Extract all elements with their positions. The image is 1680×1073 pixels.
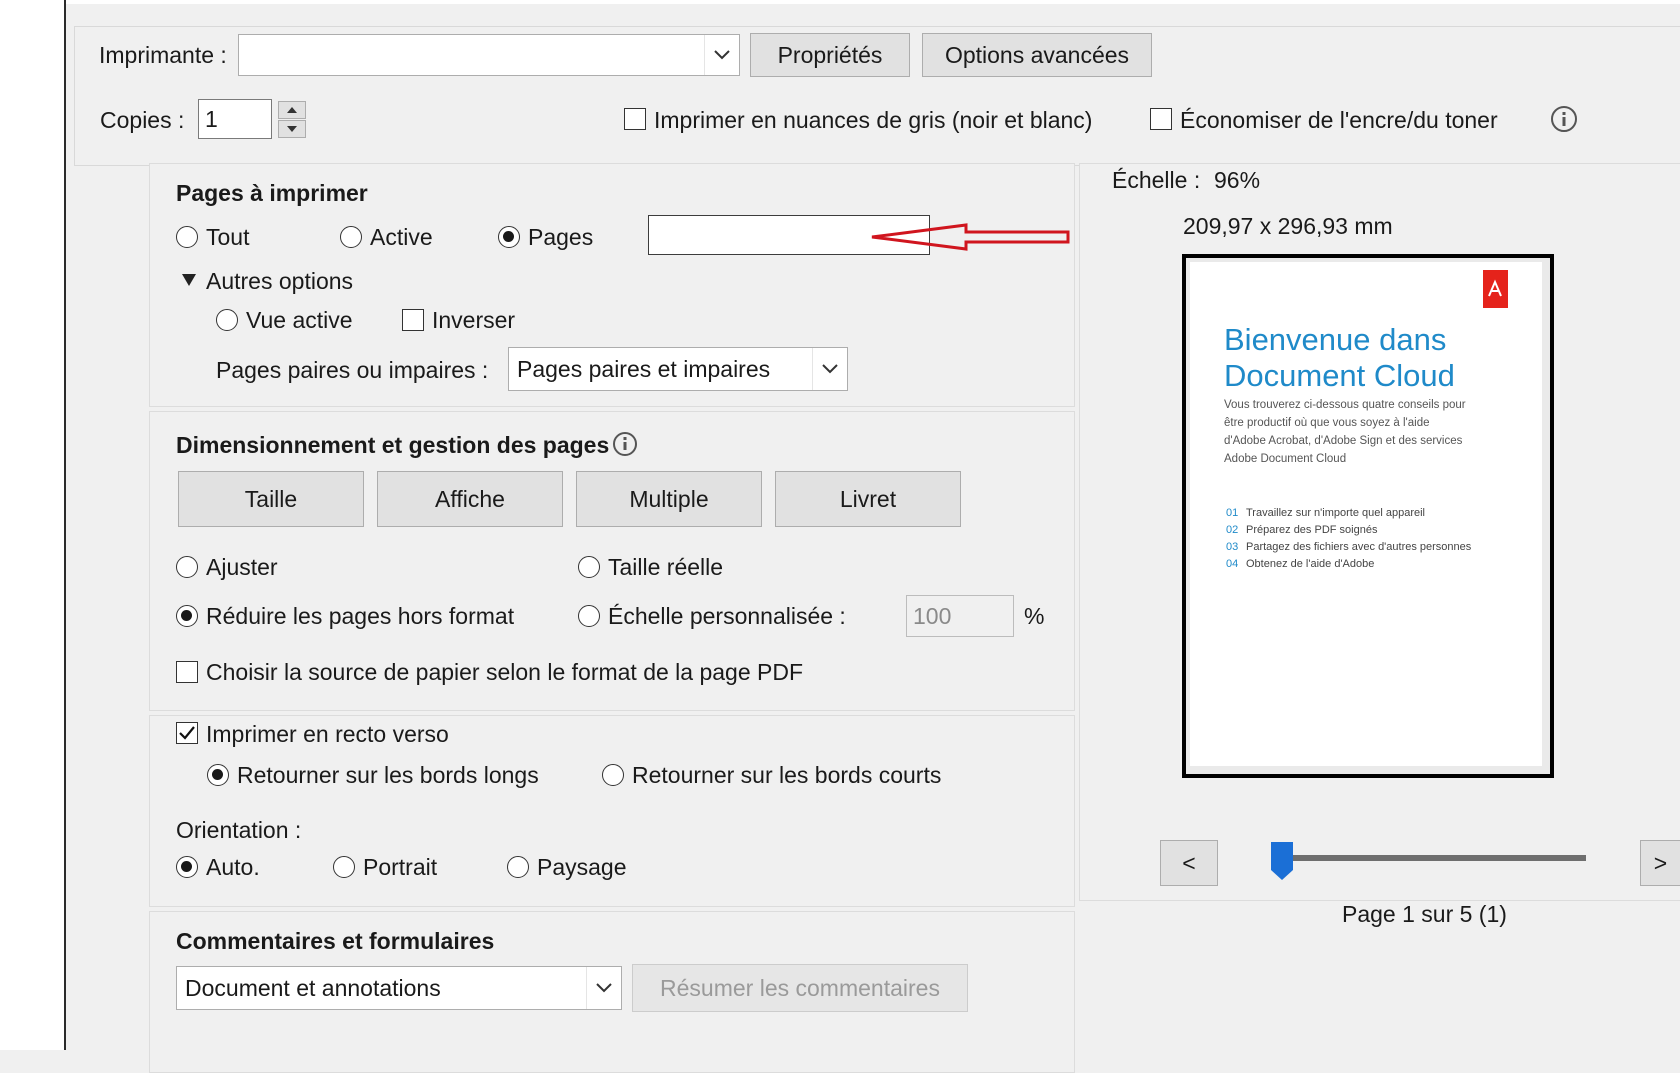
shrink-label: Réduire les pages hors format [206, 603, 515, 629]
more-options-label[interactable]: Autres options [206, 268, 353, 295]
doc-body-line: être productif où que vous soyez à l'aid… [1224, 417, 1430, 429]
save-ink-checkbox[interactable] [1150, 108, 1172, 130]
tab-livret[interactable]: Livret [775, 471, 961, 527]
radio-current-view[interactable] [216, 309, 238, 331]
doc-list-item: 01 Travaillez sur n'importe quel appareil [1226, 507, 1425, 519]
printer-label: Imprimante : [99, 42, 227, 68]
paper-source-label: Choisir la source de papier selon le for… [206, 659, 804, 685]
properties-button[interactable]: Propriétés [750, 33, 910, 77]
long-edge-label: Retourner sur les bords longs [237, 762, 539, 788]
current-label: Active [370, 224, 433, 250]
comments-value: Document et annotations [185, 974, 441, 1001]
radio-all[interactable] [176, 226, 198, 248]
radio-auto[interactable] [176, 856, 198, 878]
comments-section-title: Commentaires et formulaires [176, 928, 495, 954]
custom-scale-label: Échelle personnalisée : [608, 603, 846, 629]
all-label: Tout [206, 224, 250, 250]
caret-up-icon [287, 107, 297, 113]
radio-actual-size[interactable] [578, 556, 600, 578]
current-view-label: Vue active [246, 307, 353, 333]
chevron-down-icon [704, 35, 739, 75]
radio-short-edge[interactable] [602, 764, 624, 786]
summarize-comments-button[interactable]: Résumer les commentaires [632, 964, 968, 1012]
grayscale-label: Imprimer en nuances de gris (noir et bla… [654, 107, 1093, 133]
doc-list-item: 03 Partagez des fichiers avec d'autres pe… [1226, 541, 1472, 553]
radio-shrink[interactable] [176, 605, 198, 627]
printer-select[interactable] [238, 34, 740, 76]
radio-fit[interactable] [176, 556, 198, 578]
page-status: Page 1 sur 5 (1) [1342, 901, 1507, 927]
grayscale-checkbox[interactable] [624, 108, 646, 130]
triangle-down-icon[interactable] [182, 274, 196, 286]
doc-body-line: Adobe Document Cloud [1224, 453, 1347, 465]
scale-value: 96% [1214, 167, 1261, 193]
doc-list-item: 04 Obtenez de l'aide d'Adobe [1226, 558, 1375, 570]
chevron-down-icon [586, 967, 621, 1009]
tab-affiche[interactable]: Affiche [377, 471, 563, 527]
duplex-label: Imprimer en recto verso [206, 721, 449, 747]
doc-list-item: 02 Préparez des PDF soignés [1226, 524, 1378, 536]
pages-section-title: Pages à imprimer [176, 180, 368, 206]
window-left-edge [0, 0, 66, 1050]
radio-current[interactable] [340, 226, 362, 248]
radio-custom-scale[interactable] [578, 605, 600, 627]
copies-label: Copies : [100, 107, 185, 133]
short-edge-label: Retourner sur les bords courts [632, 762, 942, 788]
page-dimensions: 209,97 x 296,93 mm [1183, 213, 1393, 239]
advanced-options-button[interactable]: Options avancées [922, 33, 1152, 77]
doc-title-line1: Bienvenue dans [1224, 322, 1447, 357]
pages-label: Pages [528, 224, 594, 250]
landscape-label: Paysage [537, 854, 627, 880]
page-slider-track[interactable] [1280, 855, 1586, 861]
odd-even-label: Pages paires ou impaires : [216, 357, 489, 383]
save-ink-label: Économiser de l'encre/du toner [1180, 107, 1498, 133]
adobe-logo-icon [1483, 270, 1508, 308]
stepper-down-button[interactable] [278, 120, 306, 138]
copies-field[interactable]: 1 [198, 99, 272, 139]
preview-page: Bienvenue dans Document Cloud Vous trouv… [1190, 262, 1542, 766]
reverse-label: Inverser [432, 307, 516, 333]
info-icon[interactable] [1550, 105, 1578, 139]
annotation-arrow-icon [871, 223, 1070, 251]
radio-landscape[interactable] [507, 856, 529, 878]
prev-page-button[interactable]: < [1160, 840, 1218, 886]
doc-body-line: d'Adobe Acrobat, d'Adobe Sign et des ser… [1224, 435, 1463, 447]
caret-down-icon [287, 126, 297, 132]
checkmark-icon [179, 726, 195, 740]
doc-title-line2: Document Cloud [1224, 358, 1455, 393]
info-icon[interactable] [612, 431, 638, 463]
radio-portrait[interactable] [333, 856, 355, 878]
percent-label: % [1024, 603, 1045, 629]
radio-long-edge[interactable] [207, 764, 229, 786]
chevron-down-icon [812, 348, 847, 390]
fit-label: Ajuster [206, 554, 278, 580]
stepper-up-button[interactable] [278, 101, 306, 119]
auto-label: Auto. [206, 854, 260, 880]
window-top-strip [66, 0, 1680, 4]
paper-source-checkbox[interactable] [176, 661, 198, 683]
portrait-label: Portrait [363, 854, 438, 880]
duplex-checkbox[interactable] [176, 722, 198, 744]
actual-size-label: Taille réelle [608, 554, 724, 580]
reverse-checkbox[interactable] [402, 309, 424, 331]
custom-scale-field[interactable]: 100 [906, 595, 1014, 637]
radio-pages[interactable] [498, 226, 520, 248]
odd-even-value: Pages paires et impaires [517, 355, 771, 382]
odd-even-select[interactable]: Pages paires et impaires [508, 347, 848, 391]
page-slider-thumb[interactable] [1271, 842, 1293, 880]
doc-body-line: Vous trouverez ci-dessous quatre conseil… [1224, 399, 1466, 411]
copies-stepper[interactable] [278, 101, 306, 139]
orientation-label: Orientation : [176, 817, 302, 843]
comments-select[interactable]: Document et annotations [176, 966, 622, 1010]
scale-label: Échelle : [1112, 167, 1201, 193]
tab-multiple[interactable]: Multiple [576, 471, 762, 527]
tab-taille[interactable]: Taille [178, 471, 364, 527]
sizing-section-title: Dimensionnement et gestion des pages [176, 432, 610, 458]
next-page-button[interactable]: > [1640, 840, 1680, 886]
